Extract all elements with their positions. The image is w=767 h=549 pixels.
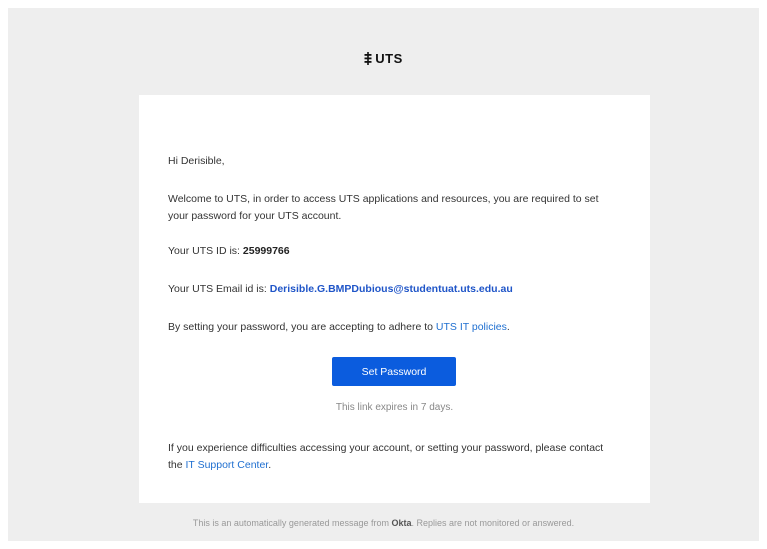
uts-email-label: Your UTS Email id is: [168,283,270,295]
support-suffix: . [268,459,272,471]
footer-prefix: This is an automatically generated messa… [192,518,392,528]
support-message: If you experience difficulties accessing… [168,440,618,474]
uts-email-link[interactable]: Derisible.G.BMPDubious@studentuat.uts.ed… [270,283,513,295]
uts-id-value: 25999766 [242,245,290,257]
link-expiry-note: This link expires in 7 days. [335,402,454,413]
footer-notice: This is an automatically generated messa… [8,518,759,528]
logo-text: UTS [375,51,403,66]
email-background: UTS Hi Derisible, Welcome to UTS, in ord… [8,8,759,541]
uts-id-label: Your UTS ID is: [168,245,243,257]
uts-id-line: Your UTS ID is: 25999766 [168,243,618,260]
policy-line: By setting your password, you are accept… [168,319,618,336]
email-card: Hi Derisible, Welcome to UTS, in order t… [139,95,650,503]
set-password-button[interactable]: Set Password [332,357,456,386]
uts-it-policies-link[interactable]: UTS IT policies [436,321,507,333]
uts-logo: UTS [8,51,759,66]
greeting: Hi Derisible, [168,155,225,167]
footer-suffix: . Replies are not monitored or answered. [411,518,575,528]
it-support-center-link[interactable]: IT Support Center [186,459,269,471]
uts-email-line: Your UTS Email id is: Derisible.G.BMPDub… [168,281,618,298]
uts-crest-icon [364,52,372,65]
welcome-message: Welcome to UTS, in order to access UTS a… [168,193,599,222]
policy-prefix: By setting your password, you are accept… [168,321,436,333]
policy-suffix: . [506,321,510,333]
okta-brand: Okta [391,518,412,528]
